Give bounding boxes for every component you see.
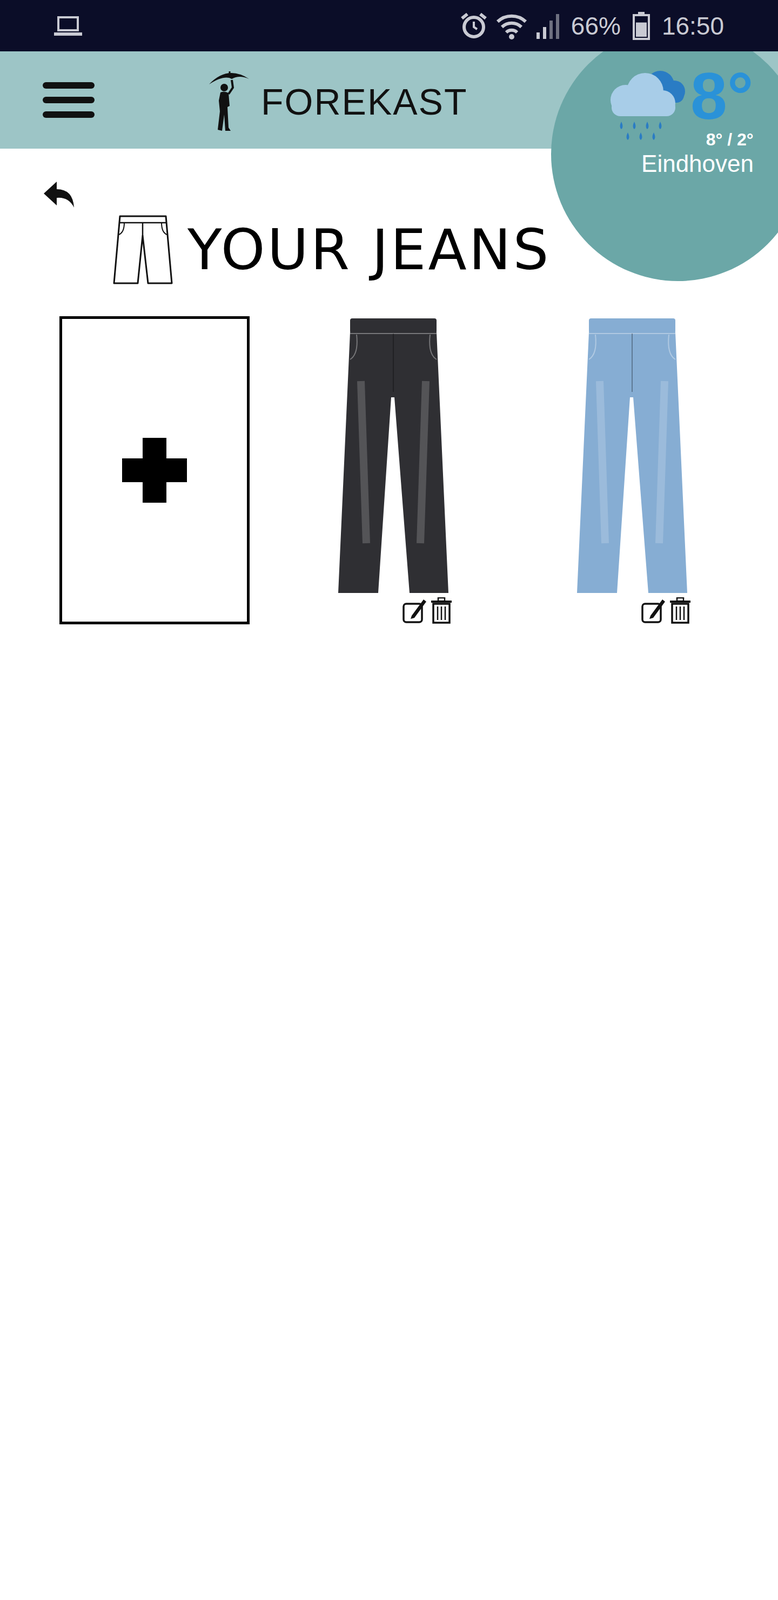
status-bar: 66% 16:50 [0,0,778,52]
jeans-item[interactable] [537,316,728,625]
app-logo: FOREKAST [205,68,468,132]
back-arrow-icon [42,180,76,210]
trash-icon [668,597,692,625]
plus-icon [122,437,187,503]
laptop-icon [54,14,83,38]
jeans-picture[interactable] [328,316,459,598]
trash-icon [430,597,453,625]
alarm-icon [459,11,488,40]
jeans-outline-icon [112,213,174,286]
delete-button[interactable] [428,597,454,625]
wifi-icon [495,11,529,40]
rain-cloud-icon [599,63,687,145]
current-temperature: 8° [690,63,754,130]
umbrella-man-icon [205,68,252,132]
item-actions [537,597,728,625]
battery-icon [632,11,650,40]
edit-button[interactable] [640,597,666,625]
add-jeans-button[interactable] [59,316,250,625]
jeans-picture[interactable] [567,316,697,598]
city-name: Eindhoven [599,149,778,179]
temperature-range: 8° / 2° [706,129,754,150]
app-title: FOREKAST [260,78,468,123]
clock-time: 16:50 [661,13,724,39]
weather-row: 8°8° / 2° [599,63,778,150]
menu-button[interactable] [42,81,95,119]
signal-icon [536,12,560,39]
battery-percent: 66% [571,13,621,39]
status-icons: 66% 16:50 [459,11,724,40]
hamburger-icon [42,81,95,119]
weather-content: 8°8° / 2°Eindhoven [599,63,778,179]
edit-button[interactable] [401,597,427,625]
delete-button[interactable] [667,597,693,625]
jeans-item[interactable] [298,316,489,625]
back-button[interactable] [42,180,76,210]
item-actions [298,597,489,625]
temperature-block: 8°8° / 2° [690,63,754,150]
weather-widget[interactable]: 8°8° / 2°Eindhoven [551,51,778,281]
jeans-grid [0,316,778,625]
edit-icon [640,597,666,625]
page-title: YOUR JEANS [187,216,551,284]
app-screen: FOREKAST 8°8° / 2°Eindhoven YOUR JEANS [0,51,778,1600]
battery-fill [635,22,647,37]
edit-icon [401,597,427,625]
